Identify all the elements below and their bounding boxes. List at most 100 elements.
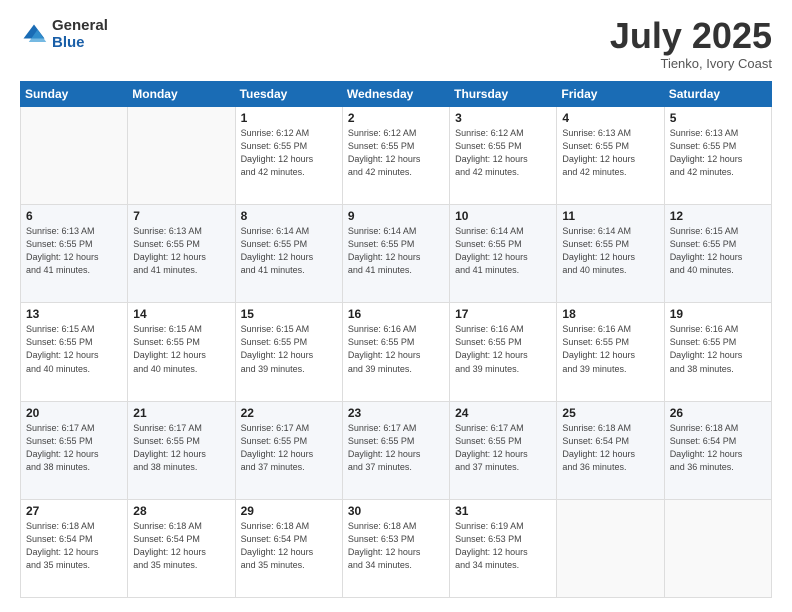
calendar-cell: 26Sunrise: 6:18 AM Sunset: 6:54 PM Dayli… <box>664 401 771 499</box>
calendar-cell: 25Sunrise: 6:18 AM Sunset: 6:54 PM Dayli… <box>557 401 664 499</box>
calendar-cell: 27Sunrise: 6:18 AM Sunset: 6:54 PM Dayli… <box>21 499 128 597</box>
day-number: 18 <box>562 307 658 321</box>
day-number: 2 <box>348 111 444 125</box>
day-number: 29 <box>241 504 337 518</box>
calendar-cell <box>21 107 128 205</box>
logo-general-text: General <box>52 18 108 35</box>
day-info: Sunrise: 6:15 AM Sunset: 6:55 PM Dayligh… <box>241 323 337 375</box>
calendar-cell: 6Sunrise: 6:13 AM Sunset: 6:55 PM Daylig… <box>21 205 128 303</box>
day-number: 23 <box>348 406 444 420</box>
calendar-cell: 31 Sunrise: 6:19 AM Sunset: 6:53 PM Dayli… <box>450 499 557 597</box>
day-number: 12 <box>670 209 766 223</box>
weekday-header-friday: Friday <box>557 82 664 107</box>
calendar-cell: 10Sunrise: 6:14 AM Sunset: 6:55 PM Dayli… <box>450 205 557 303</box>
calendar-cell: 16Sunrise: 6:16 AM Sunset: 6:55 PM Dayli… <box>342 303 449 401</box>
weekday-header-sunday: Sunday <box>21 82 128 107</box>
weekday-header-row: SundayMondayTuesdayWednesdayThursdayFrid… <box>21 82 772 107</box>
day-info: Sunrise: 6:16 AM Sunset: 6:55 PM Dayligh… <box>348 323 444 375</box>
calendar-cell: 28 Sunrise: 6:18 AM Sunset: 6:54 PM Dayli… <box>128 499 235 597</box>
calendar-cell: 4 Sunrise: 6:13 AM Sunset: 6:55 PM Daylig… <box>557 107 664 205</box>
calendar-week-5: 27 Sunrise: 6:18 AM Sunset: 6:54 PM Dayli… <box>21 499 772 597</box>
day-number: 26 <box>670 406 766 420</box>
day-info: Sunrise: 6:14 AM Sunset: 6:55 PM Dayligh… <box>455 225 551 277</box>
calendar-week-4: 20 Sunrise: 6:17 AM Sunset: 6:55 PM Dayli… <box>21 401 772 499</box>
calendar-cell: 12 Sunrise: 6:15 AM Sunset: 6:55 PM Dayli… <box>664 205 771 303</box>
day-number: 27 <box>26 504 122 518</box>
calendar-cell <box>128 107 235 205</box>
logo: General Blue <box>20 18 108 51</box>
calendar-cell: 15 Sunrise: 6:15 AM Sunset: 6:55 PM Dayli… <box>235 303 342 401</box>
day-info: Sunrise: 6:14 AM Sunset: 6:55 PM Dayligh… <box>241 225 337 277</box>
calendar-week-3: 13Sunrise: 6:15 AM Sunset: 6:55 PM Dayli… <box>21 303 772 401</box>
calendar-cell: 23 Sunrise: 6:17 AM Sunset: 6:55 PM Dayli… <box>342 401 449 499</box>
day-info: Sunrise: 6:15 AM Sunset: 6:55 PM Dayligh… <box>133 323 229 375</box>
calendar-week-1: 1 Sunrise: 6:12 AM Sunset: 6:55 PM Daylig… <box>21 107 772 205</box>
logo-text: General Blue <box>52 18 108 51</box>
header: General Blue July 2025 Tienko, Ivory Coa… <box>20 18 772 71</box>
weekday-header-monday: Monday <box>128 82 235 107</box>
day-number: 28 <box>133 504 229 518</box>
page: General Blue July 2025 Tienko, Ivory Coa… <box>0 0 792 612</box>
calendar-table: SundayMondayTuesdayWednesdayThursdayFrid… <box>20 81 772 598</box>
day-number: 22 <box>241 406 337 420</box>
day-number: 3 <box>455 111 551 125</box>
day-number: 4 <box>562 111 658 125</box>
day-number: 1 <box>241 111 337 125</box>
calendar-cell: 2 Sunrise: 6:12 AM Sunset: 6:55 PM Daylig… <box>342 107 449 205</box>
calendar-cell: 1 Sunrise: 6:12 AM Sunset: 6:55 PM Daylig… <box>235 107 342 205</box>
calendar-cell: 18 Sunrise: 6:16 AM Sunset: 6:55 PM Dayli… <box>557 303 664 401</box>
calendar-cell <box>664 499 771 597</box>
day-info: Sunrise: 6:16 AM Sunset: 6:55 PM Dayligh… <box>562 323 658 375</box>
day-number: 7 <box>133 209 229 223</box>
calendar-cell: 11Sunrise: 6:14 AM Sunset: 6:55 PM Dayli… <box>557 205 664 303</box>
month-title: July 2025 <box>610 18 772 54</box>
day-info: Sunrise: 6:12 AM Sunset: 6:55 PM Dayligh… <box>241 127 337 179</box>
day-info: Sunrise: 6:13 AM Sunset: 6:55 PM Dayligh… <box>670 127 766 179</box>
day-number: 31 <box>455 504 551 518</box>
day-info: Sunrise: 6:17 AM Sunset: 6:55 PM Dayligh… <box>241 422 337 474</box>
day-info: Sunrise: 6:12 AM Sunset: 6:55 PM Dayligh… <box>348 127 444 179</box>
calendar-cell: 30Sunrise: 6:18 AM Sunset: 6:53 PM Dayli… <box>342 499 449 597</box>
calendar-cell: 22 Sunrise: 6:17 AM Sunset: 6:55 PM Dayli… <box>235 401 342 499</box>
day-number: 20 <box>26 406 122 420</box>
calendar-cell: 29Sunrise: 6:18 AM Sunset: 6:54 PM Dayli… <box>235 499 342 597</box>
day-info: Sunrise: 6:18 AM Sunset: 6:54 PM Dayligh… <box>133 520 229 572</box>
weekday-header-wednesday: Wednesday <box>342 82 449 107</box>
day-number: 24 <box>455 406 551 420</box>
calendar-cell: 7 Sunrise: 6:13 AM Sunset: 6:55 PM Daylig… <box>128 205 235 303</box>
day-info: Sunrise: 6:15 AM Sunset: 6:55 PM Dayligh… <box>26 323 122 375</box>
day-number: 21 <box>133 406 229 420</box>
day-number: 8 <box>241 209 337 223</box>
calendar-cell: 9 Sunrise: 6:14 AM Sunset: 6:55 PM Daylig… <box>342 205 449 303</box>
day-info: Sunrise: 6:12 AM Sunset: 6:55 PM Dayligh… <box>455 127 551 179</box>
weekday-header-tuesday: Tuesday <box>235 82 342 107</box>
day-number: 15 <box>241 307 337 321</box>
day-info: Sunrise: 6:17 AM Sunset: 6:55 PM Dayligh… <box>455 422 551 474</box>
day-info: Sunrise: 6:17 AM Sunset: 6:55 PM Dayligh… <box>348 422 444 474</box>
day-number: 6 <box>26 209 122 223</box>
calendar-cell: 3 Sunrise: 6:12 AM Sunset: 6:55 PM Daylig… <box>450 107 557 205</box>
day-info: Sunrise: 6:16 AM Sunset: 6:55 PM Dayligh… <box>455 323 551 375</box>
calendar-cell: 14 Sunrise: 6:15 AM Sunset: 6:55 PM Dayli… <box>128 303 235 401</box>
weekday-header-saturday: Saturday <box>664 82 771 107</box>
day-number: 14 <box>133 307 229 321</box>
day-info: Sunrise: 6:14 AM Sunset: 6:55 PM Dayligh… <box>348 225 444 277</box>
day-info: Sunrise: 6:13 AM Sunset: 6:55 PM Dayligh… <box>133 225 229 277</box>
day-info: Sunrise: 6:18 AM Sunset: 6:54 PM Dayligh… <box>562 422 658 474</box>
calendar-cell: 17Sunrise: 6:16 AM Sunset: 6:55 PM Dayli… <box>450 303 557 401</box>
calendar-cell: 21Sunrise: 6:17 AM Sunset: 6:55 PM Dayli… <box>128 401 235 499</box>
calendar-cell <box>557 499 664 597</box>
weekday-header-thursday: Thursday <box>450 82 557 107</box>
calendar-cell: 8 Sunrise: 6:14 AM Sunset: 6:55 PM Daylig… <box>235 205 342 303</box>
title-block: July 2025 Tienko, Ivory Coast <box>610 18 772 71</box>
calendar-cell: 13Sunrise: 6:15 AM Sunset: 6:55 PM Dayli… <box>21 303 128 401</box>
day-number: 19 <box>670 307 766 321</box>
day-number: 9 <box>348 209 444 223</box>
day-info: Sunrise: 6:16 AM Sunset: 6:55 PM Dayligh… <box>670 323 766 375</box>
day-info: Sunrise: 6:13 AM Sunset: 6:55 PM Dayligh… <box>562 127 658 179</box>
logo-icon <box>20 21 48 49</box>
day-info: Sunrise: 6:19 AM Sunset: 6:53 PM Dayligh… <box>455 520 551 572</box>
calendar-cell: 19 Sunrise: 6:16 AM Sunset: 6:55 PM Dayli… <box>664 303 771 401</box>
day-info: Sunrise: 6:15 AM Sunset: 6:55 PM Dayligh… <box>670 225 766 277</box>
location-subtitle: Tienko, Ivory Coast <box>610 56 772 71</box>
